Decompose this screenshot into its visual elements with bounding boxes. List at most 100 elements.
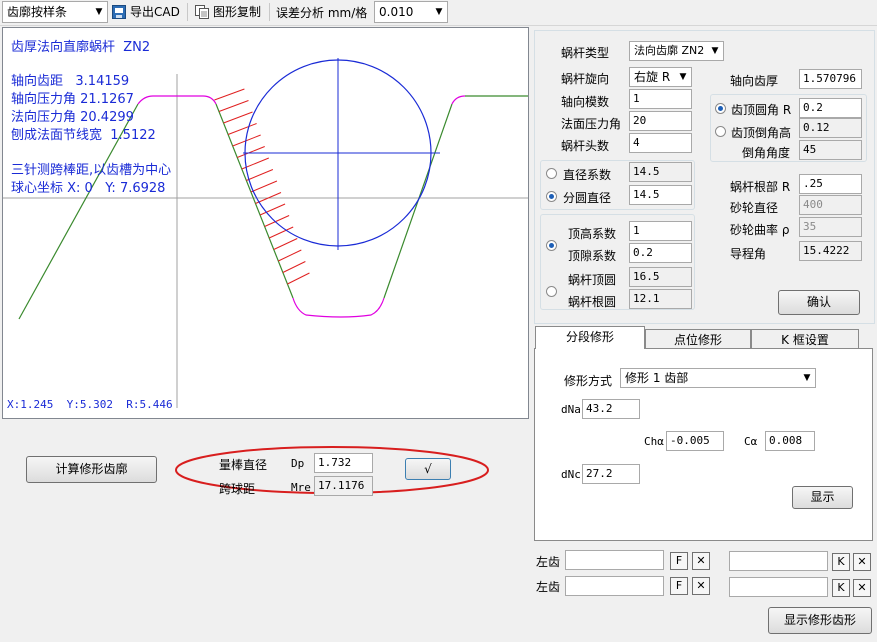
error-scale-select[interactable]: 0.010 ▼ bbox=[374, 1, 448, 23]
left-flank-input-1[interactable] bbox=[565, 550, 664, 570]
circle-radio[interactable] bbox=[546, 286, 557, 297]
wheel-diameter-input: 400 bbox=[799, 195, 862, 215]
show-modified-profile-label: 显示修形齿形 bbox=[783, 613, 856, 627]
cursor-readout: X:1.245 Y:5.302 R:5.446 bbox=[7, 398, 173, 411]
axial-module-input[interactable]: 1 bbox=[629, 89, 692, 109]
normal-pressure-label: 法面压力角 bbox=[561, 117, 622, 131]
chevron-down-icon: ▼ bbox=[803, 373, 811, 383]
lead-angle-output: 15.4222 bbox=[799, 241, 862, 261]
dp-input[interactable]: 1.732 bbox=[314, 453, 373, 473]
ch-alpha-input[interactable]: -0.005 bbox=[666, 431, 724, 451]
pitch-diameter-label: 分圆直径 bbox=[563, 191, 612, 205]
left-flank-input-2[interactable] bbox=[565, 576, 664, 596]
dna-label: dNa bbox=[561, 403, 581, 416]
pitch-diameter-radio[interactable] bbox=[546, 191, 557, 202]
clear-button-4[interactable]: ✕ bbox=[853, 579, 871, 597]
dp-label: Dp bbox=[291, 457, 305, 470]
right-flank-input-2[interactable] bbox=[729, 577, 828, 597]
c-alpha-label: Cα bbox=[744, 435, 758, 448]
hatch-line bbox=[246, 169, 274, 181]
tip-circle-output: 16.5 bbox=[629, 267, 692, 287]
normal-pressure-input[interactable]: 20 bbox=[629, 111, 692, 131]
coefficient-radio[interactable] bbox=[546, 240, 557, 251]
modify-method-select[interactable]: 修形 1 齿部 ▼ bbox=[620, 368, 816, 388]
root-r-input[interactable]: .25 bbox=[799, 174, 862, 194]
tip-radius-input[interactable]: 0.2 bbox=[799, 98, 862, 118]
f-button-2[interactable]: F bbox=[670, 577, 688, 595]
hand-select[interactable]: 右旋 R ▼ bbox=[629, 67, 692, 87]
left-flank-label-1: 左齿 bbox=[536, 555, 561, 569]
chamfer-angle-label: 倒角角度 bbox=[742, 146, 791, 160]
compute-profile-button[interactable]: 计算修形齿廓 bbox=[26, 456, 157, 483]
error-analysis-label: 误差分析 mm/格 bbox=[276, 6, 368, 20]
copy-graphic-label: 图形复制 bbox=[213, 5, 262, 19]
addendum-label: 顶高系数 bbox=[568, 227, 617, 241]
copy-graphic-button[interactable]: 图形复制 bbox=[195, 2, 261, 22]
dnc-input[interactable]: 27.2 bbox=[582, 464, 640, 484]
hand-label: 蜗杆旋向 bbox=[561, 72, 610, 86]
pitch-diameter-input[interactable]: 14.5 bbox=[629, 185, 692, 205]
tab-point-modify[interactable]: 点位修形 bbox=[645, 329, 751, 349]
tab-label: K 框设置 bbox=[781, 333, 829, 347]
chevron-down-icon: ▼ bbox=[711, 46, 719, 56]
diameter-factor-radio[interactable] bbox=[546, 168, 557, 179]
span-distance-label: 跨球距 bbox=[219, 482, 256, 496]
clearance-input[interactable]: 0.2 bbox=[629, 243, 692, 263]
toolbar-divider bbox=[269, 3, 270, 21]
ch-alpha-label: Chα bbox=[644, 435, 664, 448]
tab-label: 点位修形 bbox=[673, 333, 722, 347]
left-flank-label-2: 左齿 bbox=[536, 580, 561, 594]
k-button-1[interactable]: K bbox=[832, 553, 850, 571]
tab-segment-modify[interactable]: 分段修形 bbox=[535, 326, 645, 349]
f-button-1[interactable]: F bbox=[670, 552, 688, 570]
hatch-line bbox=[214, 88, 245, 101]
k-button-2[interactable]: K bbox=[832, 579, 850, 597]
profile-canvas[interactable]: 齿厚法向直廓蜗杆 ZN2 轴向齿距 3.14159 轴向压力角 21.1267 … bbox=[2, 27, 529, 419]
show-button[interactable]: 显示 bbox=[792, 486, 853, 509]
toolbar: 齿廓按样条 ▼ 导出CAD 图形复制 误差分析 mm/格 0.010 ▼ bbox=[0, 0, 877, 26]
hatch-line bbox=[218, 100, 249, 112]
starts-input[interactable]: 4 bbox=[629, 133, 692, 153]
worm-type-select[interactable]: 法向齿廓 ZN2 ▼ bbox=[629, 41, 724, 61]
tip-chamfer-radio[interactable] bbox=[715, 126, 726, 137]
hatch-line bbox=[273, 238, 298, 250]
hatch-line bbox=[282, 261, 306, 273]
canvas-title: 齿厚法向直廓蜗杆 ZN2 bbox=[11, 40, 151, 55]
mode-select-value: 齿廓按样条 bbox=[7, 5, 68, 19]
starts-label: 蜗杆头数 bbox=[561, 139, 610, 153]
clear-button-2[interactable]: ✕ bbox=[853, 553, 871, 571]
worm-type-value: 法向齿廓 ZN2 bbox=[634, 44, 705, 57]
hatch-line bbox=[237, 146, 265, 158]
chevron-down-icon: ▼ bbox=[679, 72, 687, 82]
c-alpha-input[interactable]: 0.008 bbox=[765, 431, 815, 451]
axial-pitch-text: 轴向齿距 3.14159 bbox=[11, 74, 130, 89]
clear-button-1[interactable]: ✕ bbox=[692, 552, 710, 570]
axial-thickness-input[interactable]: 1.570796 bbox=[799, 69, 862, 89]
mode-select[interactable]: 齿廓按样条 ▼ bbox=[2, 1, 108, 23]
dna-input[interactable]: 43.2 bbox=[582, 399, 640, 419]
tab-k-frame[interactable]: K 框设置 bbox=[751, 329, 859, 349]
tip-radius-radio[interactable] bbox=[715, 103, 726, 114]
export-cad-button[interactable]: 导出CAD bbox=[112, 2, 180, 22]
worm-type-label: 蜗杆类型 bbox=[561, 46, 610, 60]
clear-button-3[interactable]: ✕ bbox=[692, 577, 710, 595]
mre-output: 17.1176 bbox=[314, 476, 373, 496]
export-icon bbox=[112, 5, 126, 19]
error-scale-value: 0.010 bbox=[379, 5, 414, 19]
right-flank-input-1[interactable] bbox=[729, 551, 828, 571]
confirm-button[interactable]: 确认 bbox=[778, 290, 860, 315]
modify-method-label: 修形方式 bbox=[564, 374, 613, 388]
export-cad-label: 导出CAD bbox=[130, 5, 180, 19]
addendum-input[interactable]: 1 bbox=[629, 221, 692, 241]
tip-chamfer-label: 齿顶倒角高 bbox=[731, 126, 792, 140]
hatch-line bbox=[223, 111, 253, 124]
axial-pressure-text: 轴向压力角 21.1267 bbox=[11, 92, 134, 107]
chevron-down-icon: ▼ bbox=[435, 7, 443, 17]
root-circle-output: 12.1 bbox=[629, 289, 692, 309]
confirm-label: 确认 bbox=[806, 295, 831, 309]
three-wire-text: 三针测跨棒距,以齿槽为中心 bbox=[11, 163, 172, 178]
check-button[interactable]: √ bbox=[405, 458, 451, 480]
wheel-curvature-input: 35 bbox=[799, 217, 862, 237]
axial-module-label: 轴向模数 bbox=[561, 95, 610, 109]
show-modified-profile-button[interactable]: 显示修形齿形 bbox=[768, 607, 872, 634]
